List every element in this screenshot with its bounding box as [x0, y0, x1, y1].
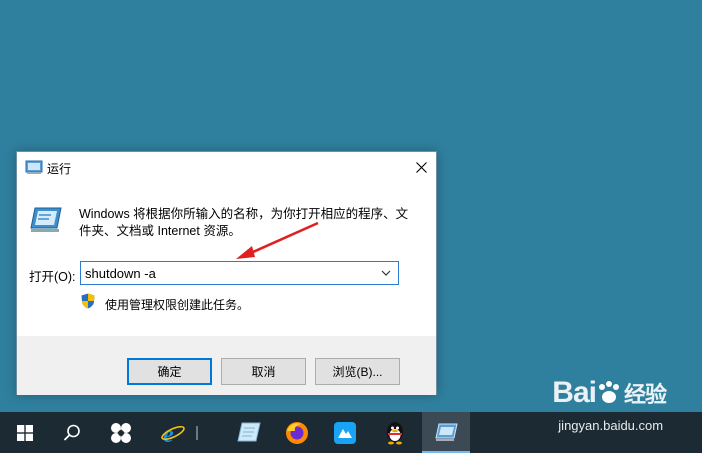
title-bar[interactable]: 运行: [17, 152, 436, 182]
taskbar-ie-button[interactable]: e: [150, 412, 208, 453]
taskbar-store-button[interactable]: [322, 412, 368, 453]
dialog-description: Windows 将根据你所输入的名称，为你打开相应的程序、文件夹、文档或 Int…: [79, 207, 409, 238]
browse-button[interactable]: 浏览(B)...: [315, 358, 400, 385]
internet-explorer-icon: e: [161, 422, 185, 445]
start-button[interactable]: [2, 412, 48, 453]
button-area: 确定 取消 浏览(B)...: [17, 336, 436, 395]
dialog-title: 运行: [47, 162, 72, 176]
watermark-logo-text: Bai: [552, 376, 597, 409]
taskbar-run-button[interactable]: [422, 412, 470, 453]
search-icon: [63, 424, 80, 441]
admin-note: 使用管理权限创建此任务。: [105, 298, 250, 312]
watermark-logo-suffix: 经验: [623, 382, 667, 407]
app-store-icon: [334, 421, 356, 444]
windows-start-icon: [17, 424, 33, 441]
qq-penguin-icon: [387, 421, 403, 444]
run-program-icon: [30, 207, 62, 232]
run-icon: [435, 423, 458, 441]
baidu-jingyan-watermark: Bai 经验 jingyan.baidu.com: [552, 376, 667, 433]
command-input[interactable]: [81, 262, 371, 284]
run-dialog: 运行 Windows 将根据你所输入的名称，为你打开相应的程序、文件夹、文档或 …: [16, 151, 437, 395]
watermark-url: jingyan.baidu.com: [558, 418, 664, 433]
close-icon: [415, 161, 427, 173]
run-icon: [25, 160, 43, 174]
ok-button[interactable]: 确定: [127, 358, 212, 385]
close-button[interactable]: [406, 152, 436, 182]
taskbar-firefox-button[interactable]: [274, 412, 320, 453]
chevron-down-icon: [381, 270, 391, 276]
separator-bar: [196, 425, 198, 440]
search-button[interactable]: [49, 412, 95, 453]
flower-app-icon: [111, 422, 131, 443]
taskbar-notepad-button[interactable]: [226, 412, 272, 453]
cancel-button[interactable]: 取消: [221, 358, 306, 385]
taskbar-qq-button[interactable]: [372, 412, 418, 453]
paw-icon: [598, 381, 619, 403]
command-combobox[interactable]: [80, 261, 399, 285]
open-label: 打开(O):: [29, 270, 76, 284]
notepad-icon: [237, 422, 261, 441]
firefox-icon: [286, 421, 308, 444]
uac-shield-icon: [81, 293, 95, 309]
taskbar-app-button[interactable]: [97, 412, 145, 453]
dropdown-button[interactable]: [376, 262, 396, 284]
